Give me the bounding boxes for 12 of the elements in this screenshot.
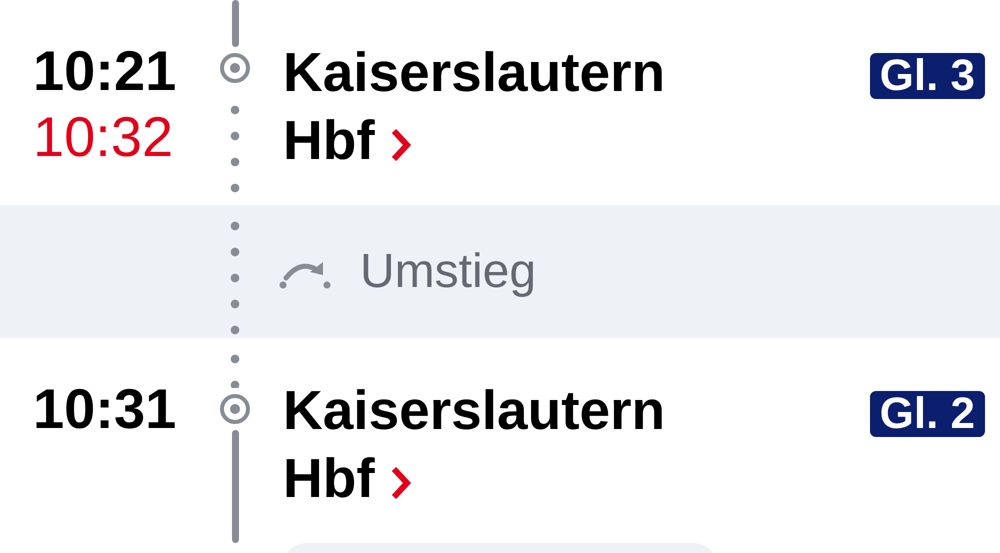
- scheduled-time: 10:31: [33, 376, 178, 442]
- transfer-label: Umstieg: [360, 244, 536, 299]
- station-link[interactable]: Kaiserslautern Hbf: [283, 376, 723, 512]
- scheduled-time: 10:21: [33, 38, 178, 104]
- actual-time: 10:32: [33, 104, 174, 170]
- chevron-right-icon: [390, 129, 411, 161]
- station-link[interactable]: Kaiserslautern Hbf: [283, 38, 723, 174]
- stop-icon: [218, 51, 252, 85]
- platform-badge: Gl. 3: [870, 53, 985, 99]
- platform-badge: Gl. 2: [870, 391, 985, 437]
- chevron-right-icon: [390, 467, 411, 499]
- stop-icon: [218, 392, 252, 426]
